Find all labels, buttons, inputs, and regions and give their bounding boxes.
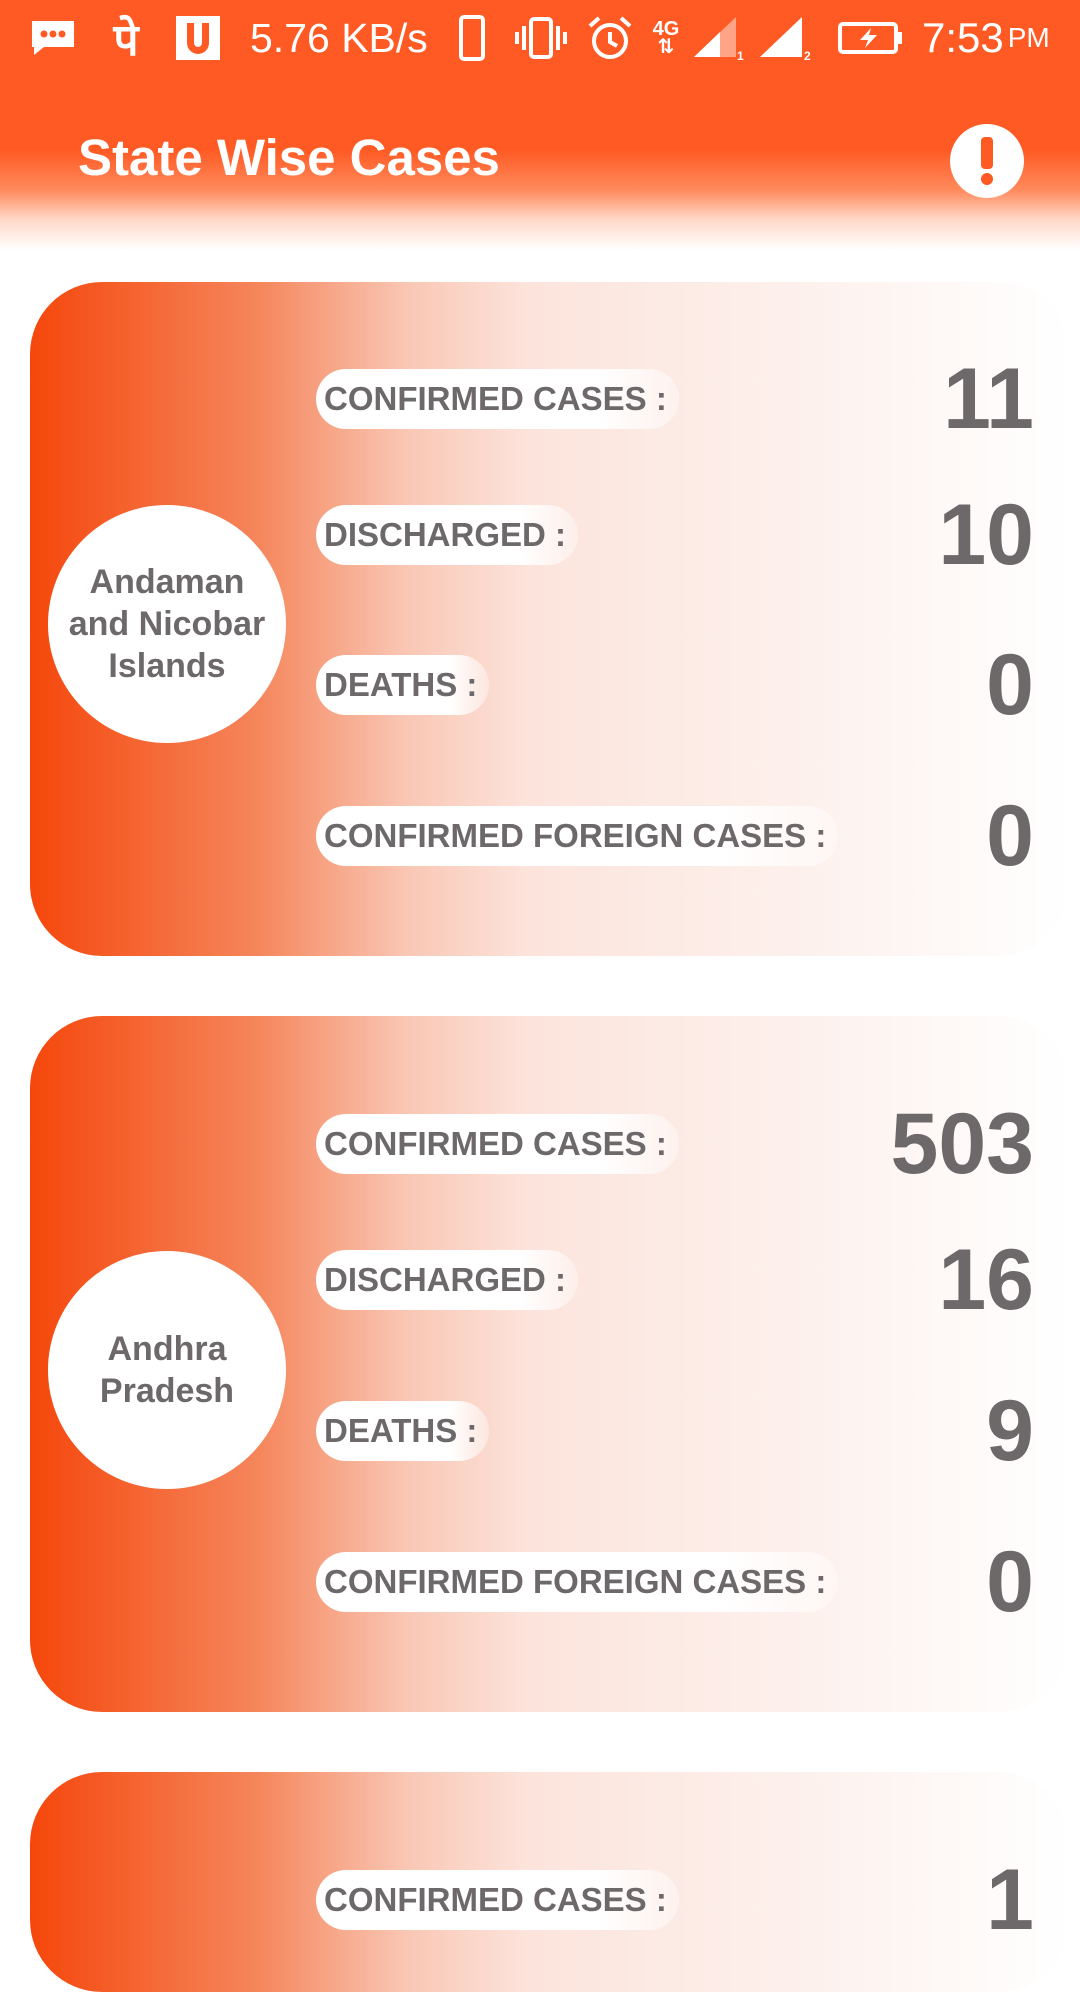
network-speed: 5.76 KB/s xyxy=(250,14,428,61)
deaths-label: DEATHS : xyxy=(316,1401,490,1461)
state-name: Andhra Pradesh xyxy=(99,1330,235,1410)
deaths-value: 0 xyxy=(986,637,1034,733)
foreign-cases-label: CONFIRMED FOREIGN CASES : xyxy=(316,806,839,866)
state-card[interactable]: Andhra Pradesh CONFIRMED CASES : 503 DIS… xyxy=(30,1016,1070,1712)
alarm-icon xyxy=(584,8,636,68)
discharged-label: DISCHARGED : xyxy=(316,1250,579,1310)
signal-sim1-icon: 1 xyxy=(692,8,744,68)
status-bar: पे 5.76 KB/s 4G ⇅ 1 2 7:53 PM xyxy=(0,0,1080,76)
header-area: पे 5.76 KB/s 4G ⇅ 1 2 7:53 PM State Wise… xyxy=(0,0,1080,250)
state-badge: Andhra Pradesh xyxy=(48,1251,286,1489)
deaths-label: DEATHS : xyxy=(316,655,490,715)
state-card[interactable]: Andaman and Nicobar Islands CONFIRMED CA… xyxy=(30,282,1070,956)
confirmed-cases-label: CONFIRMED CASES : xyxy=(316,1114,679,1174)
discharged-value: 10 xyxy=(938,487,1034,583)
svg-text:2: 2 xyxy=(804,49,811,61)
discharged-value: 16 xyxy=(938,1232,1034,1328)
confirmed-cases-value: 503 xyxy=(890,1096,1035,1192)
exclamation-icon xyxy=(981,137,993,185)
vibrate-icon xyxy=(512,8,570,68)
deaths-value: 9 xyxy=(986,1383,1034,1479)
foreign-cases-value: 0 xyxy=(986,788,1034,884)
message-icon xyxy=(26,8,80,68)
phone-icon xyxy=(456,8,488,68)
confirmed-cases-value: 11 xyxy=(943,351,1034,447)
4g-icon: 4G ⇅ xyxy=(648,8,684,68)
state-name: Andaman and Nicobar Islands xyxy=(68,563,266,685)
clock-time: 7:53 xyxy=(922,14,1004,61)
discharged-label: DISCHARGED : xyxy=(316,505,579,565)
pe-app-icon: पे xyxy=(113,16,139,65)
data-arrows-icon: ⇅ xyxy=(657,36,675,58)
state-badge: Andaman and Nicobar Islands xyxy=(48,505,286,743)
u-app-icon xyxy=(172,8,224,68)
clock: 7:53 PM xyxy=(922,8,1050,68)
confirmed-cases-label: CONFIRMED CASES : xyxy=(316,1870,679,1930)
svg-text:1: 1 xyxy=(737,49,744,61)
app-bar: State Wise Cases xyxy=(0,76,1080,226)
page-title: State Wise Cases xyxy=(78,129,500,186)
foreign-cases-value: 0 xyxy=(986,1534,1034,1630)
foreign-cases-label: CONFIRMED FOREIGN CASES : xyxy=(316,1552,839,1612)
confirmed-cases-label: CONFIRMED CASES : xyxy=(316,369,679,429)
confirmed-cases-value: 1 xyxy=(986,1852,1034,1948)
clock-ampm: PM xyxy=(1007,22,1050,53)
battery-charging-icon xyxy=(836,8,906,68)
state-card[interactable]: CONFIRMED CASES : 1 xyxy=(30,1772,1070,1992)
info-button[interactable] xyxy=(950,124,1024,198)
signal-sim2-icon: 2 xyxy=(758,8,814,68)
